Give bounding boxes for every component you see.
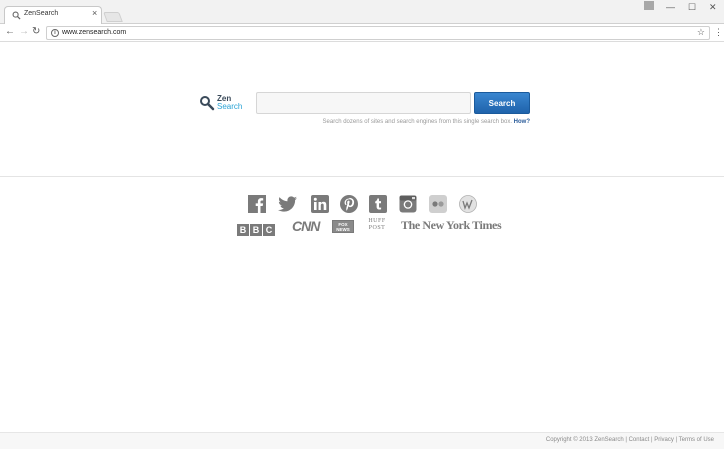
address-bar[interactable]: i www.zensearch.com ☆ [46, 26, 710, 40]
forward-icon[interactable]: → [19, 27, 29, 37]
section-divider [0, 176, 724, 177]
url-text[interactable]: www.zensearch.com [62, 29, 126, 36]
info-icon[interactable]: i [51, 29, 59, 37]
new-tab-button[interactable] [103, 12, 123, 22]
news-logo-row: BBC CNN FOX NEWS HUFF POST The New York … [0, 218, 724, 236]
contact-link[interactable]: Contact [629, 437, 650, 443]
copyright-text: Copyright © 2013 ZenSearch [545, 437, 624, 443]
bbc-logo[interactable]: BBC [237, 220, 275, 238]
huffpost-logo[interactable]: HUFF POST [366, 218, 388, 232]
footer-links: Copyright © 2013 ZenSearch | Contact | P… [546, 437, 714, 443]
browser-titlebar: ZenSearch × — ☐ ✕ [0, 0, 724, 24]
zensearch-logo[interactable]: Zen Search [199, 94, 249, 114]
privacy-link[interactable]: Privacy [654, 437, 674, 443]
browser-menu-icon[interactable]: ⋮ [714, 27, 723, 37]
tab-title: ZenSearch [24, 10, 59, 17]
fox-news-logo[interactable]: FOX NEWS [332, 220, 354, 233]
tagline-text: Search dozens of sites and search engine… [322, 119, 512, 125]
browser-toolbar: ← → ↻ i www.zensearch.com ☆ ⋮ [0, 24, 724, 42]
how-link[interactable]: How? [514, 119, 530, 125]
search-tagline: Search dozens of sites and search engine… [256, 119, 530, 125]
search-input[interactable] [256, 92, 471, 114]
nytimes-logo[interactable]: The New York Times [401, 218, 502, 233]
magnifier-icon [12, 11, 21, 20]
flickr-icon[interactable] [429, 195, 447, 213]
linkedin-icon[interactable] [311, 195, 329, 213]
cnn-logo[interactable]: CNN [292, 218, 320, 234]
back-icon[interactable]: ← [5, 27, 15, 37]
twitter-icon[interactable] [278, 195, 298, 213]
instagram-icon[interactable] [399, 195, 417, 213]
close-window-icon[interactable]: ✕ [709, 2, 717, 13]
maximize-icon[interactable]: ☐ [688, 2, 696, 13]
search-button[interactable]: Search [474, 92, 530, 114]
page-footer: Copyright © 2013 ZenSearch | Contact | P… [0, 432, 724, 449]
pinterest-icon[interactable] [340, 195, 358, 213]
tab-close-icon[interactable]: × [92, 8, 97, 18]
browser-tab[interactable]: ZenSearch × [4, 6, 102, 24]
magnifier-logo-icon [200, 96, 215, 111]
tumblr-icon[interactable] [369, 195, 387, 213]
logo-text-search: Search [217, 102, 243, 111]
terms-link[interactable]: Terms of Use [679, 437, 714, 443]
reload-icon[interactable]: ↻ [32, 27, 40, 37]
wikipedia-icon[interactable] [459, 195, 477, 213]
minimize-icon[interactable]: — [666, 2, 675, 12]
bookmark-star-icon[interactable]: ☆ [697, 27, 705, 38]
profile-icon[interactable] [644, 1, 654, 10]
facebook-icon[interactable] [248, 195, 266, 213]
